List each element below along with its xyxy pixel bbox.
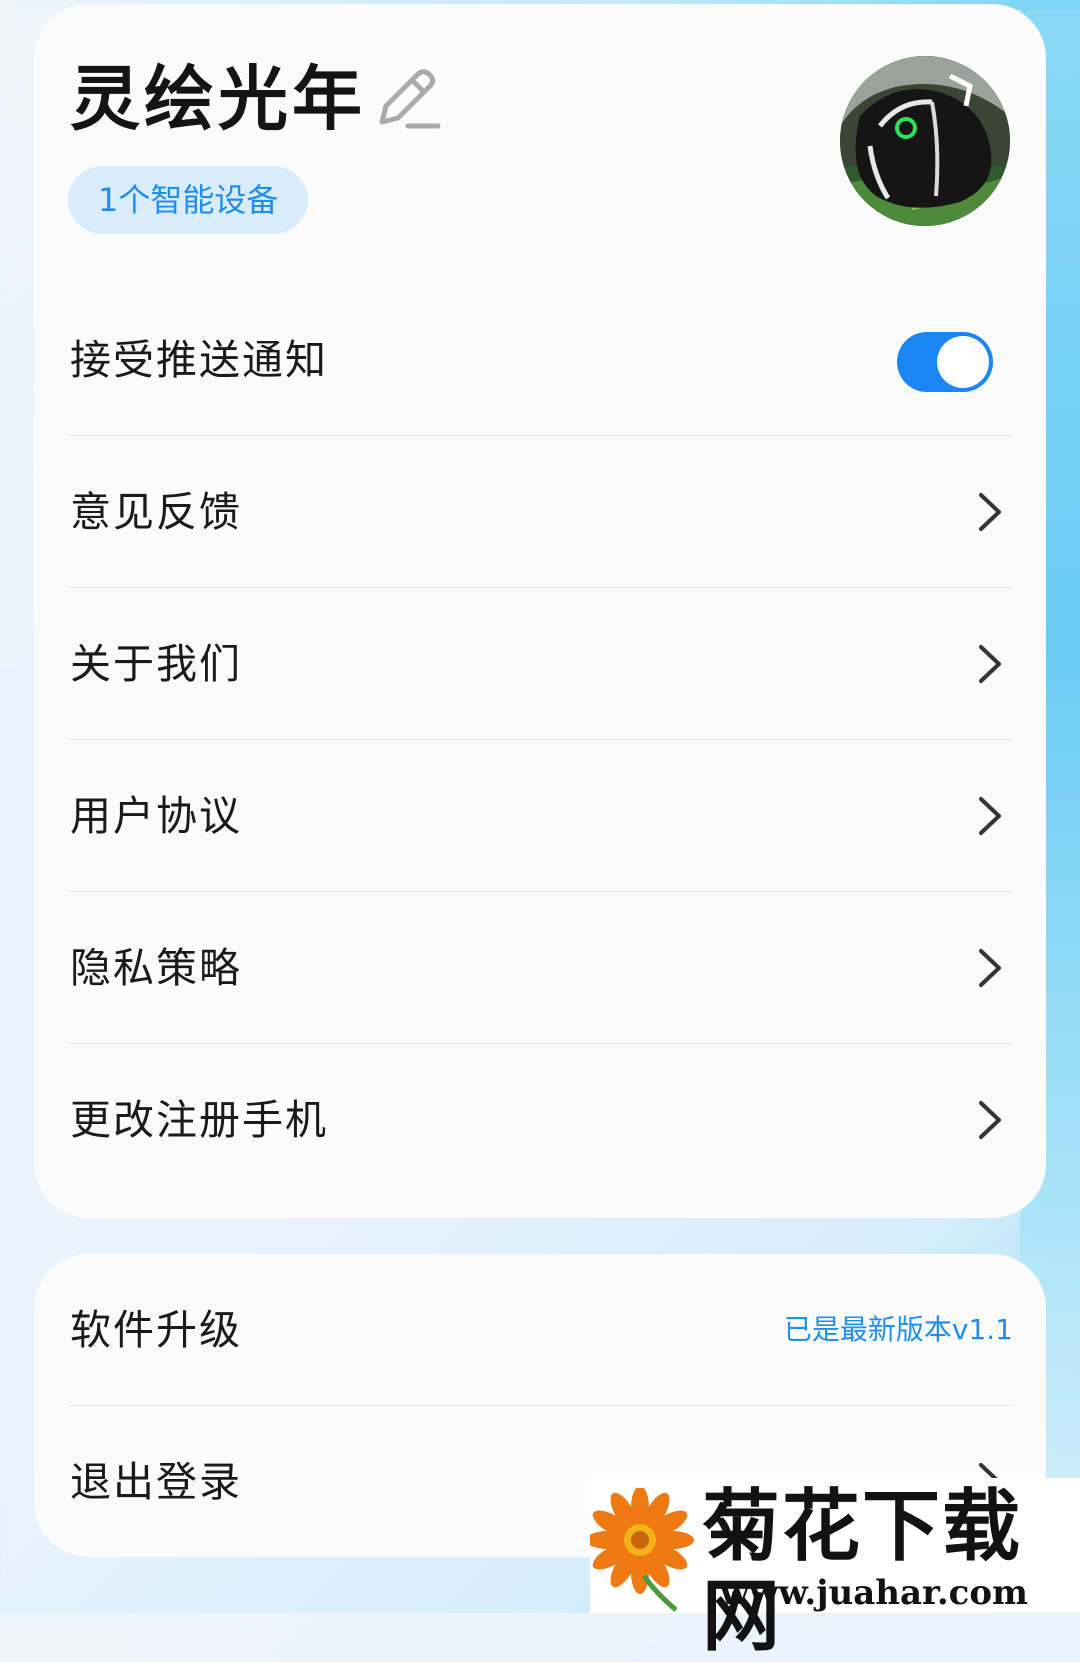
feedback-label: 意见反馈 [70, 488, 242, 536]
flower-logo-icon [590, 1488, 694, 1612]
user-agreement-label: 用户协议 [70, 792, 242, 840]
avatar-photo [840, 56, 1010, 226]
settings-row-about[interactable]: 关于我们 [68, 588, 1013, 740]
software-update-label: 软件升级 [70, 1306, 242, 1354]
watermark: 菊花下载网 www.juahar.com [590, 1478, 1080, 1662]
chevron-right-icon [979, 797, 1001, 835]
settings-row-privacy[interactable]: 隐私策略 [68, 892, 1013, 1044]
watermark-url: www.juahar.com [720, 1573, 1029, 1613]
device-count-badge[interactable]: 1个智能设备 [68, 166, 309, 234]
chevron-right-icon [979, 645, 1001, 683]
settings-row-push-notification: 接受推送通知 [68, 284, 1013, 436]
settings-row-change-phone[interactable]: 更改注册手机 [68, 1044, 1013, 1196]
avatar[interactable] [840, 56, 1010, 226]
change-phone-label: 更改注册手机 [70, 1096, 328, 1144]
pencil-icon[interactable] [372, 62, 444, 134]
chevron-right-icon [979, 1101, 1001, 1139]
about-label: 关于我们 [70, 640, 242, 688]
update-status-text: 已是最新版本v1.1 [783, 1313, 1013, 1346]
push-notification-toggle[interactable] [897, 332, 993, 392]
privacy-label: 隐私策略 [70, 944, 242, 992]
settings-row-software-update[interactable]: 软件升级 已是最新版本v1.1 [68, 1254, 1013, 1406]
settings-row-user-agreement[interactable]: 用户协议 [68, 740, 1013, 892]
chevron-right-icon [979, 949, 1001, 987]
logout-label: 退出登录 [70, 1458, 242, 1506]
settings-row-feedback[interactable]: 意见反馈 [68, 436, 1013, 588]
watermark-title: 菊花下载网 [702, 1482, 1023, 1662]
profile-settings-card: 灵绘光年 1个智能设备 接受推送通知 意见反馈 关于我们 用户协议 隐私策略 更… [34, 4, 1046, 1218]
chevron-right-icon [979, 493, 1001, 531]
push-notification-label: 接受推送通知 [70, 336, 328, 384]
profile-name: 灵绘光年 [70, 58, 366, 140]
toggle-knob [937, 336, 989, 388]
